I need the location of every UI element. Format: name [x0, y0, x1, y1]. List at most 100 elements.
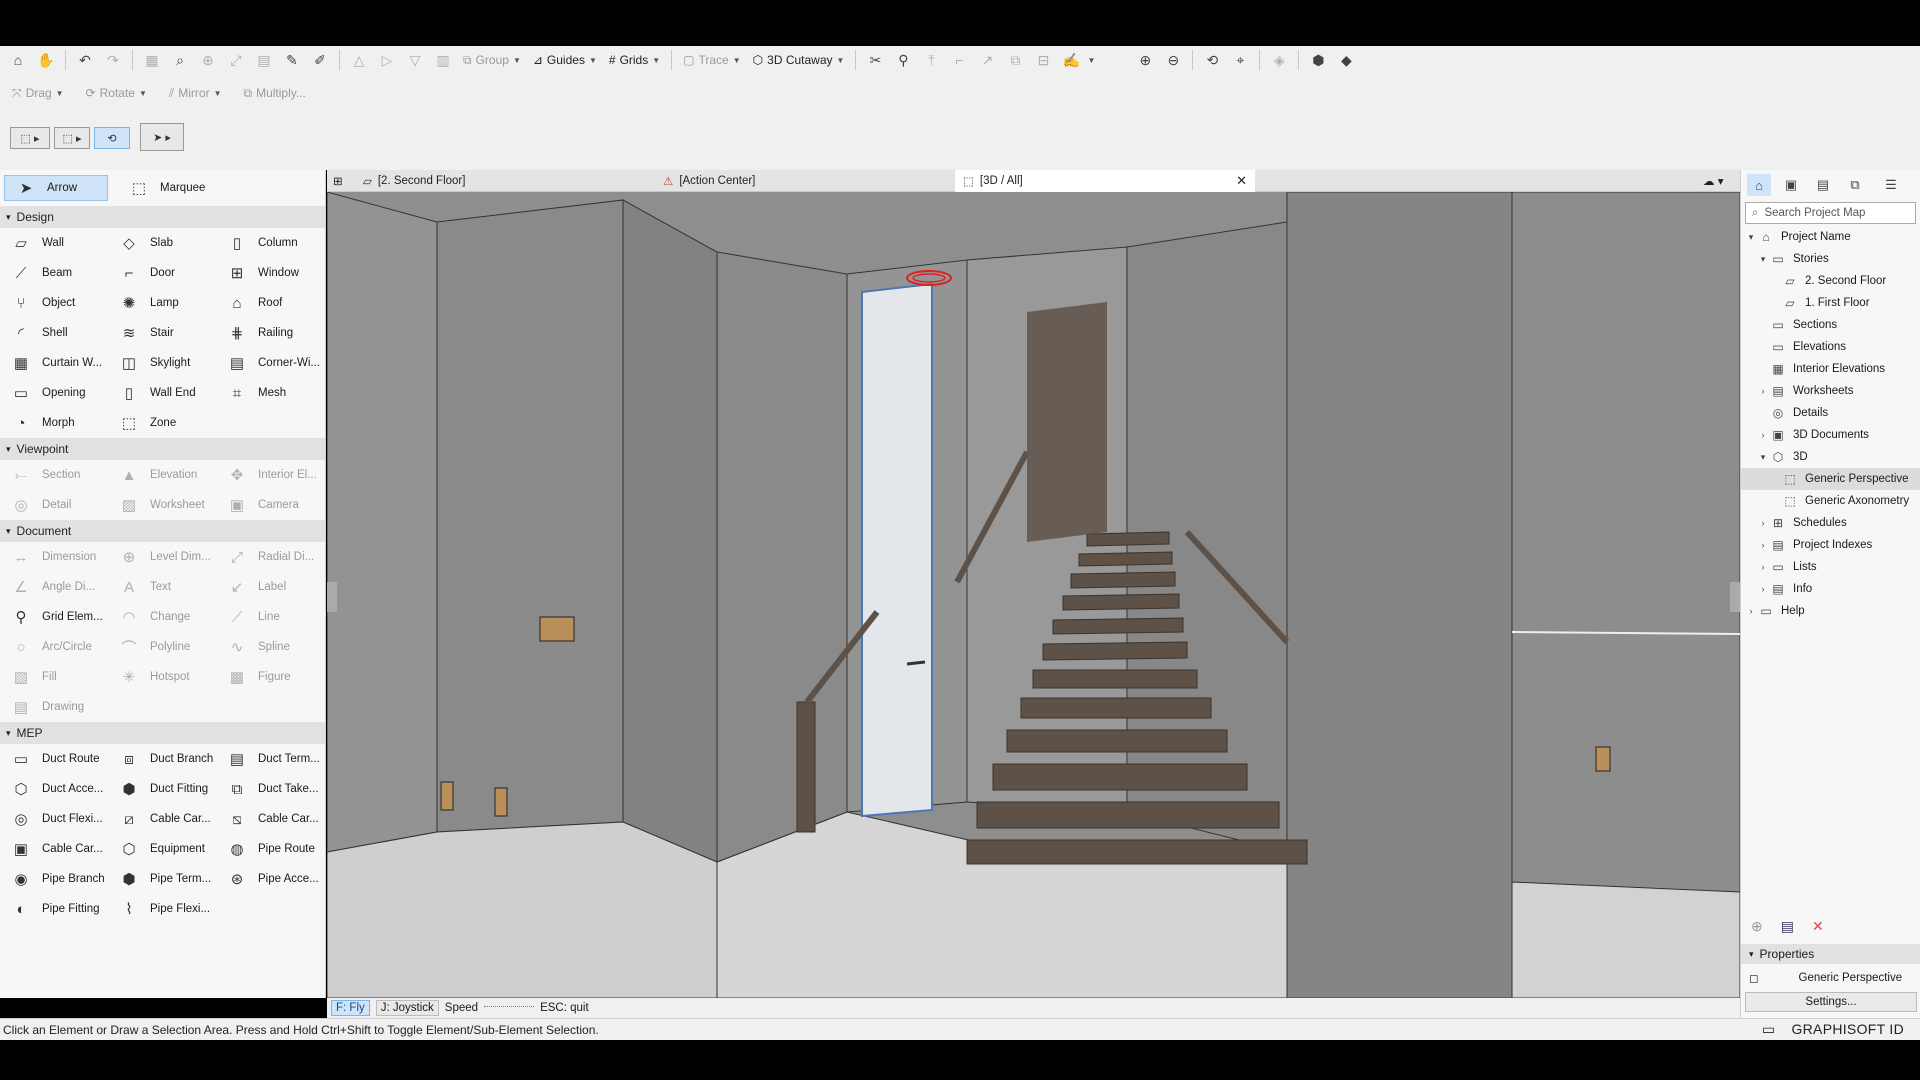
- mirror-icon[interactable]: ▷: [375, 49, 399, 71]
- mirror-button[interactable]: ⫽ Mirror ▼: [165, 82, 226, 104]
- tree-item[interactable]: › ▤ Info: [1741, 578, 1920, 600]
- tool-cable-car[interactable]: ⧅ Cable Car...: [216, 804, 324, 834]
- tool-opening[interactable]: ▭ Opening: [0, 378, 108, 408]
- tool-level-dim[interactable]: ⊕ Level Dim...: [108, 542, 216, 572]
- group-button[interactable]: ⧉ Group ▼: [459, 49, 525, 71]
- tool-skylight[interactable]: ◫ Skylight: [108, 348, 216, 378]
- tool-duct-fitting[interactable]: ⬢ Duct Fitting: [108, 774, 216, 804]
- tree-item[interactable]: ◎ Details: [1741, 402, 1920, 424]
- marquee-tool[interactable]: ⬚ Marquee: [118, 173, 228, 203]
- tool-pipe-term[interactable]: ⬢ Pipe Term...: [108, 864, 216, 894]
- bring-front-icon[interactable]: △: [347, 49, 371, 71]
- add-icon[interactable]: ⊕: [1751, 918, 1763, 935]
- tool-wall-end[interactable]: ▯ Wall End: [108, 378, 216, 408]
- tool-object[interactable]: ⑂ Object: [0, 288, 108, 318]
- graphisoft-id[interactable]: ▭ GRAPHISOFT ID: [1762, 1018, 1904, 1040]
- section-header-mep[interactable]: ▾ MEP: [0, 722, 325, 744]
- tool-morph[interactable]: ◔ Morph: [0, 408, 108, 438]
- tool-arc-circle[interactable]: ○ Arc/Circle: [0, 632, 108, 662]
- tool-pipe-fitting[interactable]: ◐ Pipe Fitting: [0, 894, 108, 924]
- tool-detail[interactable]: ◎ Detail: [0, 490, 108, 520]
- zoom-icon[interactable]: ⊕: [196, 49, 220, 71]
- guides-button[interactable]: ⊿ Guides ▼: [529, 49, 601, 71]
- tool-drawing[interactable]: ▤ Drawing: [0, 692, 108, 722]
- 3d-scene[interactable]: [327, 192, 1740, 998]
- 3d-window-icon[interactable]: ⬢: [1306, 49, 1330, 71]
- view-map-icon[interactable]: ▣: [1779, 174, 1803, 196]
- joystick-mode-button[interactable]: J: Joystick: [375, 1000, 439, 1016]
- tree-item[interactable]: ▦ Interior Elevations: [1741, 358, 1920, 380]
- chevron-icon[interactable]: ›: [1757, 386, 1769, 396]
- delete-icon[interactable]: ✕: [1812, 918, 1824, 935]
- 3d-cutaway-button[interactable]: ⬡ 3D Cutaway ▼: [749, 49, 849, 71]
- redo-icon[interactable]: ↷: [101, 49, 125, 71]
- split-icon[interactable]: ✂: [863, 49, 887, 71]
- tool-curtain-w[interactable]: ▦ Curtain W...: [0, 348, 108, 378]
- tool-pipe-flexi[interactable]: ⌇ Pipe Flexi...: [108, 894, 216, 924]
- tree-item[interactable]: ▱ 1. First Floor: [1741, 292, 1920, 314]
- section-header-design[interactable]: ▾ Design: [0, 206, 325, 228]
- tool-railing[interactable]: ⋕ Railing: [216, 318, 324, 348]
- tree-item[interactable]: › ▭ Help: [1741, 600, 1920, 622]
- tool-label[interactable]: ↙ Label: [216, 572, 324, 602]
- layout-book-icon[interactable]: ▤: [1811, 174, 1835, 196]
- tool-elevation[interactable]: ▲ Elevation: [108, 460, 216, 490]
- trace-button[interactable]: ▢ Trace ▼: [679, 49, 745, 71]
- fillet-icon[interactable]: ⌐: [947, 49, 971, 71]
- inject-icon[interactable]: ✐: [308, 49, 332, 71]
- adjust-icon[interactable]: ⚲: [891, 49, 915, 71]
- chevron-icon[interactable]: ›: [1757, 518, 1769, 528]
- chevron-icon[interactable]: ›: [1757, 430, 1769, 440]
- tool-lamp[interactable]: ✺ Lamp: [108, 288, 216, 318]
- tool-window[interactable]: ⊞ Window: [216, 258, 324, 288]
- tool-figure[interactable]: ▩ Figure: [216, 662, 324, 692]
- tool-roof[interactable]: ⌂ Roof: [216, 288, 324, 318]
- offset-icon[interactable]: ⧉: [1003, 49, 1027, 71]
- tree-item[interactable]: ⬚ Generic Perspective: [1741, 468, 1920, 490]
- tool-section[interactable]: ⤚ Section: [0, 460, 108, 490]
- close-icon[interactable]: ✕: [1236, 173, 1247, 189]
- chevron-icon[interactable]: ›: [1745, 606, 1757, 616]
- pick-up-icon[interactable]: ✎: [280, 49, 304, 71]
- curve-icon[interactable]: ↗: [975, 49, 999, 71]
- chevron-icon[interactable]: ›: [1757, 584, 1769, 594]
- undo-icon[interactable]: ↶: [73, 49, 97, 71]
- tool-stair[interactable]: ≋ Stair: [108, 318, 216, 348]
- tree-item[interactable]: › ▤ Project Indexes: [1741, 534, 1920, 556]
- section-header-viewpoint[interactable]: ▾ Viewpoint: [0, 438, 325, 460]
- navigator-menu-icon[interactable]: ☰: [1879, 174, 1903, 196]
- 3d-viewport[interactable]: [327, 192, 1740, 998]
- zoom-in-icon[interactable]: ⊕: [1133, 49, 1157, 71]
- quick-selection-button[interactable]: ⟲: [94, 127, 130, 149]
- settings-panel-icon[interactable]: ▤: [1781, 918, 1794, 935]
- project-map-icon[interactable]: ⌂: [1747, 174, 1771, 196]
- fit-icon[interactable]: ⤢: [224, 49, 248, 71]
- tool-dimension[interactable]: ↔ Dimension: [0, 542, 108, 572]
- tree-item[interactable]: ▾ ⌂ Project Name: [1741, 226, 1920, 248]
- home-icon[interactable]: ⌂: [6, 49, 30, 71]
- chevron-down-icon[interactable]: ▼: [1087, 56, 1095, 65]
- tool-text[interactable]: A Text: [108, 572, 216, 602]
- speed-slider[interactable]: [484, 1006, 535, 1010]
- render-icon[interactable]: ◈: [1267, 49, 1291, 71]
- grids-button[interactable]: # Grids ▼: [605, 49, 664, 71]
- tree-item[interactable]: › ⊞ Schedules: [1741, 512, 1920, 534]
- marquee-mode-button[interactable]: ⬚ ▸: [54, 127, 90, 149]
- tool-cable-car[interactable]: ▣ Cable Car...: [0, 834, 108, 864]
- tool-polyline[interactable]: ⌒ Polyline: [108, 632, 216, 662]
- tool-corner-wi[interactable]: ▤ Corner-Wi...: [216, 348, 324, 378]
- tool-column[interactable]: ▯ Column: [216, 228, 324, 258]
- tab-second-floor[interactable]: ▱ [2. Second Floor]: [355, 170, 655, 192]
- tool-beam[interactable]: ⟋ Beam: [0, 258, 108, 288]
- search-input[interactable]: ⌕ Search Project Map: [1745, 202, 1916, 224]
- tool-change[interactable]: ◠ Change: [108, 602, 216, 632]
- tab-action-center[interactable]: ⚠ [Action Center]: [655, 170, 955, 192]
- tool-wall[interactable]: ▱ Wall: [0, 228, 108, 258]
- tool-duct-flexi[interactable]: ◎ Duct Flexi...: [0, 804, 108, 834]
- tool-slab[interactable]: ◇ Slab: [108, 228, 216, 258]
- tool-pipe-route[interactable]: ◍ Pipe Route: [216, 834, 324, 864]
- tool-interior-el[interactable]: ✥ Interior El...: [216, 460, 324, 490]
- tab-3d-all[interactable]: ⬚ [3D / All] ✕: [955, 170, 1255, 192]
- intersect-icon[interactable]: ⊟: [1031, 49, 1055, 71]
- tree-item[interactable]: › ▭ Lists: [1741, 556, 1920, 578]
